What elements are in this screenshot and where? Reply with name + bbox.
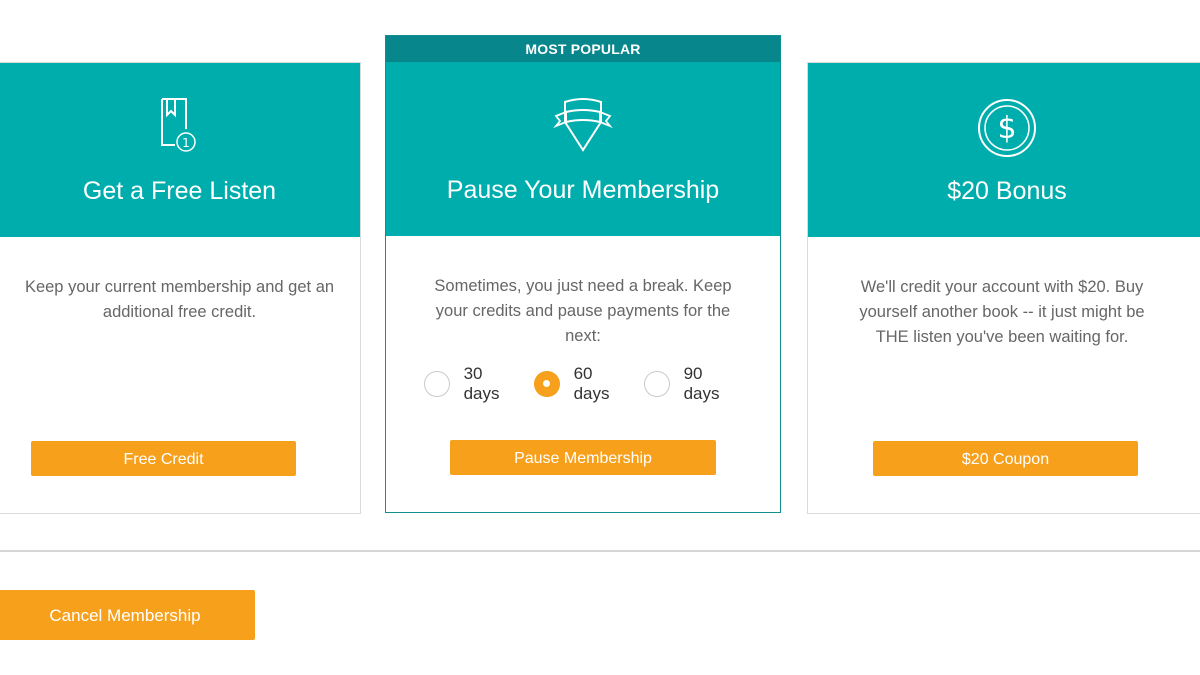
shield-banner-icon <box>553 98 613 152</box>
free-listen-card: 1 Get a Free Listen Keep your current me… <box>0 62 361 514</box>
pause-card-header: Pause Your Membership <box>386 62 780 236</box>
pause-membership-card: MOST POPULAR Pause Your Membership Somet… <box>385 35 781 513</box>
svg-text:1: 1 <box>182 136 190 150</box>
pause-membership-button[interactable]: Pause Membership <box>450 440 716 475</box>
pause-title: Pause Your Membership <box>446 176 720 204</box>
free-listen-title: Get a Free Listen <box>82 177 277 205</box>
svg-text:$: $ <box>997 111 1016 146</box>
pause-description: Sometimes, you just need a break. Keep y… <box>434 277 732 345</box>
bonus-title: $20 Bonus <box>947 177 1067 205</box>
page: 1 Get a Free Listen Keep your current me… <box>0 0 1200 675</box>
cancel-membership-button[interactable]: Cancel Membership <box>0 590 255 640</box>
free-credit-button[interactable]: Free Credit <box>31 441 296 476</box>
radio-label-30-days: 30 days <box>463 364 500 403</box>
dollar-coin-icon: $ <box>978 99 1036 157</box>
pause-option-30-days[interactable]: 30 days <box>424 364 522 404</box>
radio-90-days[interactable] <box>644 371 670 397</box>
free-listen-description: Keep your current membership and get an … <box>24 278 335 321</box>
radio-60-days[interactable] <box>534 371 560 397</box>
pause-option-60-days[interactable]: 60 days <box>534 364 632 404</box>
bonus-card: $ $20 Bonus We'll credit your account wi… <box>807 62 1200 514</box>
coupon-button[interactable]: $20 Coupon <box>873 441 1138 476</box>
pause-option-90-days[interactable]: 90 days <box>644 364 742 404</box>
bonus-description: We'll credit your account with $20. Buy … <box>859 278 1145 346</box>
radio-label-60-days: 60 days <box>573 364 610 403</box>
free-listen-card-header: 1 Get a Free Listen <box>0 63 360 237</box>
radio-30-days[interactable] <box>424 371 450 397</box>
most-popular-ribbon: MOST POPULAR <box>386 36 780 62</box>
bookmark-credit-icon: 1 <box>160 98 196 152</box>
bonus-card-header: $ $20 Bonus <box>808 63 1200 237</box>
pause-duration-options: 30 days 60 days 90 days <box>424 364 754 403</box>
radio-label-90-days: 90 days <box>683 364 720 403</box>
divider <box>0 550 1200 552</box>
